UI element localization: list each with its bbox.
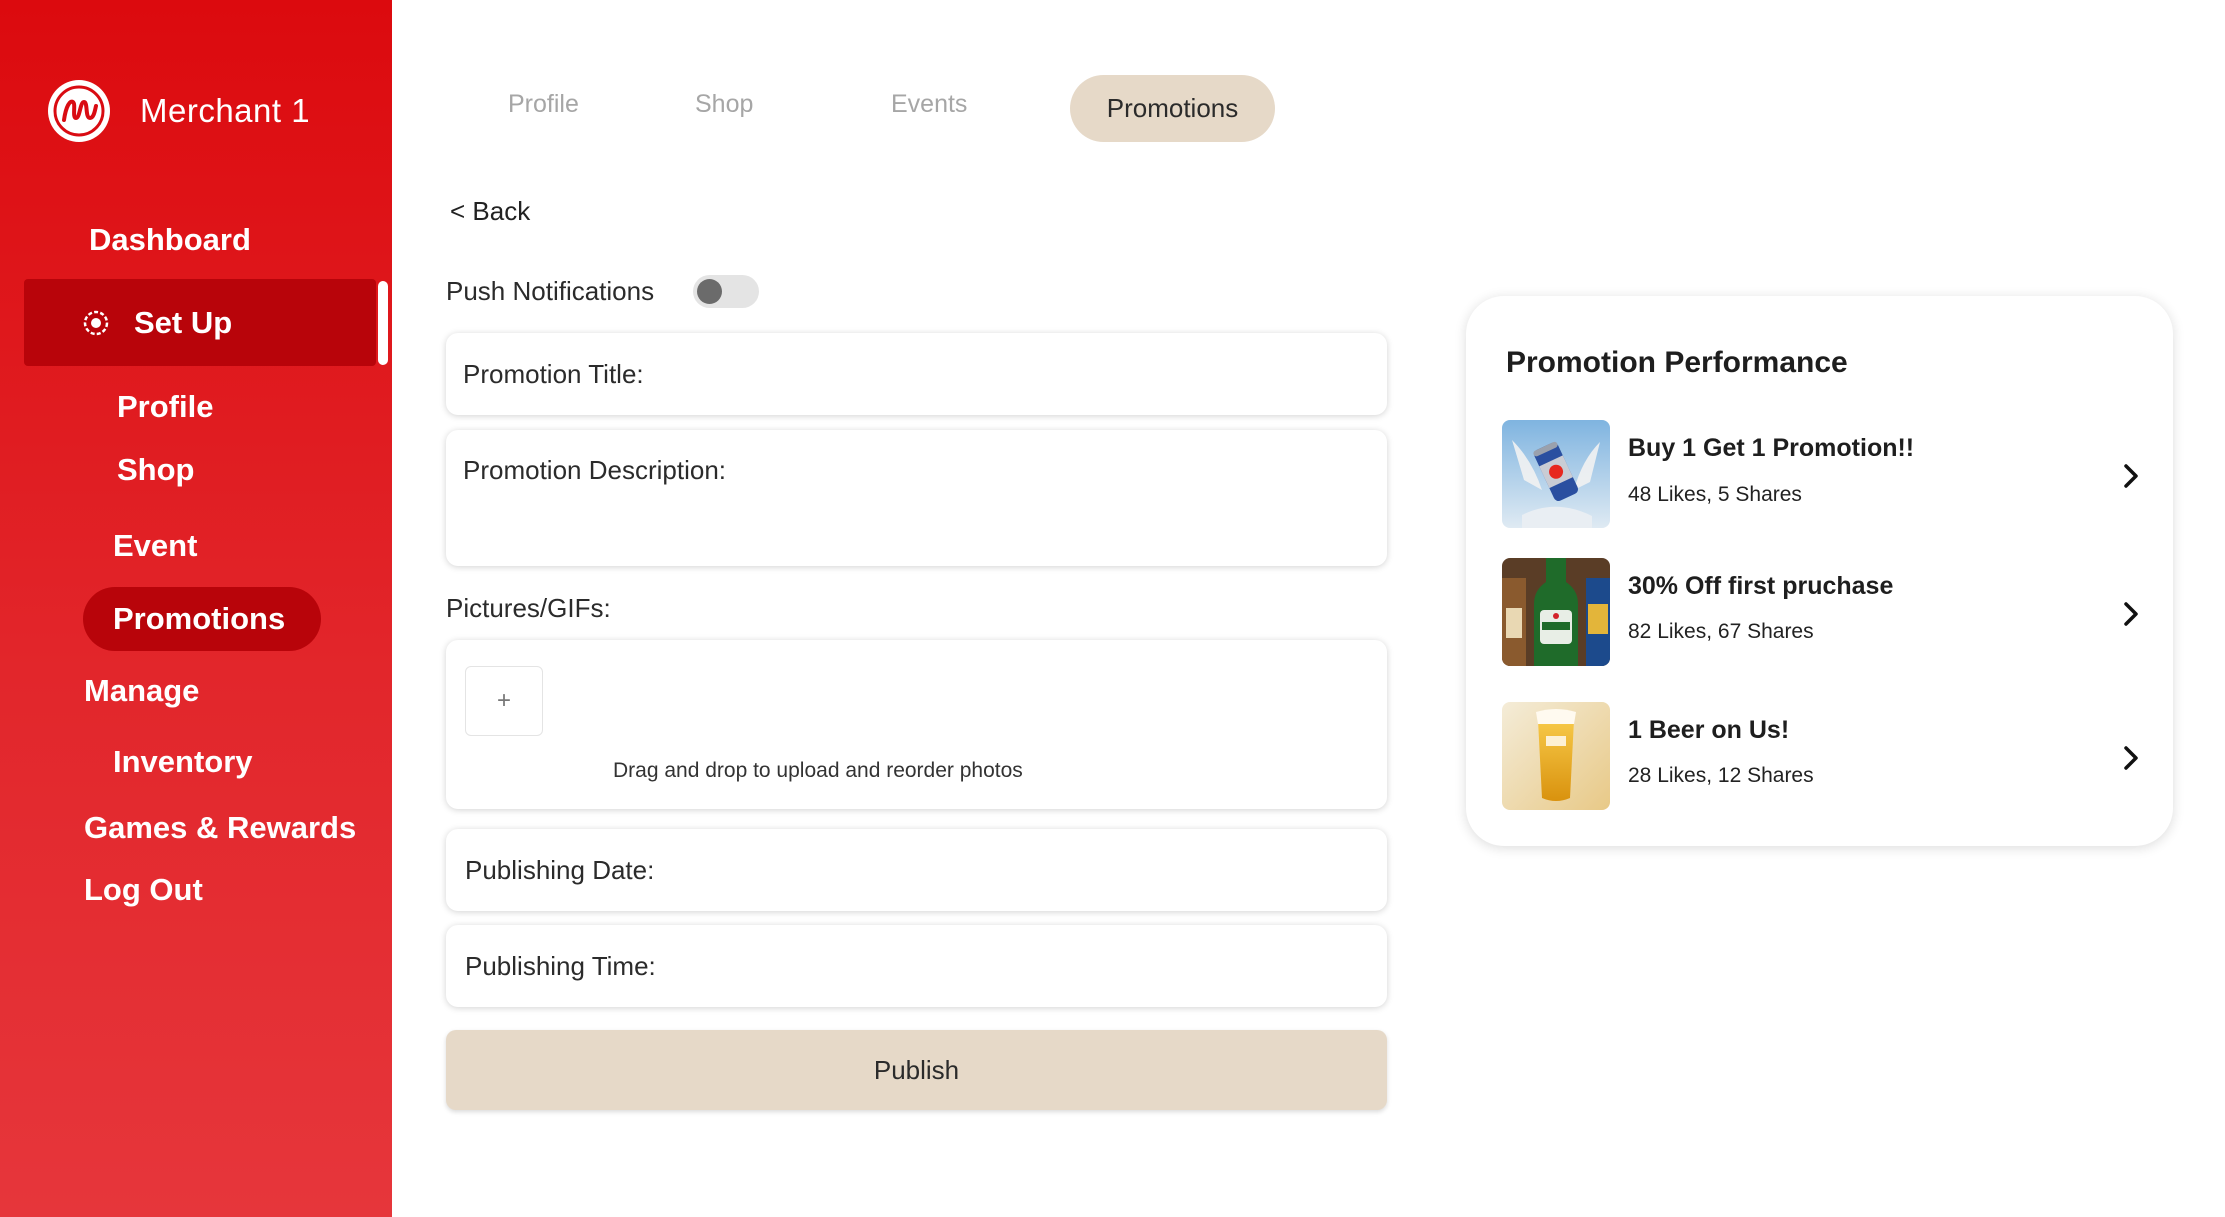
tab-events[interactable]: Events — [891, 90, 967, 119]
promotion-performance-title: Promotion Performance — [1506, 346, 1848, 379]
nav-promotions-label: Promotions — [113, 601, 286, 636]
chevron-right-icon[interactable] — [2120, 462, 2142, 490]
sidebar-scroll-indicator — [378, 281, 388, 365]
nav-shop[interactable]: Shop — [117, 452, 195, 488]
nav-setup[interactable]: Set Up — [24, 279, 376, 366]
nav-setup-label: Set Up — [134, 304, 233, 340]
tab-promotions-label: Promotions — [1106, 93, 1239, 123]
promotion-item-name: 30% Off first pruchase — [1628, 572, 1894, 600]
toggle-knob — [697, 279, 722, 304]
beer-bottles-thumbnail — [1502, 558, 1610, 666]
beer-glass-thumbnail — [1502, 702, 1610, 810]
photo-upload-area[interactable]: + Drag and drop to upload and reorder ph… — [446, 640, 1387, 809]
nav-event[interactable]: Event — [113, 528, 197, 564]
chevron-right-icon[interactable] — [2120, 600, 2142, 628]
publishing-date-label: Publishing Date: — [465, 855, 655, 885]
promotion-item[interactable]: 1 Beer on Us! 28 Likes, 12 Shares — [1502, 702, 2142, 812]
energy-drink-thumbnail — [1502, 420, 1610, 528]
push-notifications-toggle[interactable] — [693, 275, 759, 308]
nav-dashboard[interactable]: Dashboard — [89, 222, 251, 258]
promotion-description-field[interactable]: Promotion Description: — [446, 430, 1387, 566]
promotion-description-label: Promotion Description: — [463, 455, 726, 485]
sidebar: Merchant 1 Dashboard Set Up Profile Shop… — [0, 0, 392, 1217]
nav-promotions[interactable]: Promotions — [83, 587, 321, 651]
promotion-title-label: Promotion Title: — [463, 359, 644, 389]
promotion-item-stats: 48 Likes, 5 Shares — [1628, 483, 1802, 506]
promotion-item-stats: 82 Likes, 67 Shares — [1628, 620, 1814, 643]
promotion-performance-card: Promotion Performance Buy 1 Get 1 Promot… — [1466, 296, 2173, 846]
nav-profile[interactable]: Profile — [117, 389, 213, 425]
publish-button[interactable]: Publish — [446, 1030, 1387, 1110]
promotion-item-name: Buy 1 Get 1 Promotion!! — [1628, 434, 1915, 462]
promotion-item-stats: 28 Likes, 12 Shares — [1628, 764, 1814, 787]
merchant-name: Merchant 1 — [140, 92, 311, 129]
back-link[interactable]: < Back — [450, 196, 530, 227]
tab-profile[interactable]: Profile — [508, 90, 579, 119]
gear-icon — [83, 310, 109, 335]
chevron-right-icon[interactable] — [2120, 744, 2142, 772]
nav-games-rewards[interactable]: Games & Rewards — [84, 810, 356, 846]
push-notifications-label: Push Notifications — [446, 276, 655, 306]
nav-manage[interactable]: Manage — [84, 673, 199, 709]
publishing-time-label: Publishing Time: — [465, 951, 656, 981]
merchant-logo-icon — [48, 80, 110, 142]
promotion-title-field[interactable]: Promotion Title: — [446, 333, 1387, 415]
publishing-date-field[interactable]: Publishing Date: — [446, 829, 1387, 911]
add-photo-button[interactable]: + — [465, 666, 543, 736]
tab-promotions[interactable]: Promotions — [1070, 75, 1275, 142]
plus-icon: + — [496, 687, 511, 714]
tab-shop[interactable]: Shop — [695, 90, 753, 119]
brand: Merchant 1 — [48, 80, 310, 142]
pictures-label: Pictures/GIFs: — [446, 593, 611, 623]
publish-button-label: Publish — [873, 1054, 960, 1085]
drop-hint-text: Drag and drop to upload and reorder phot… — [613, 759, 1023, 782]
nav-inventory[interactable]: Inventory — [113, 744, 253, 780]
promotion-item-name: 1 Beer on Us! — [1628, 716, 1790, 744]
promotion-item[interactable]: Buy 1 Get 1 Promotion!! 48 Likes, 5 Shar… — [1502, 420, 2142, 530]
promotion-item[interactable]: 30% Off first pruchase 82 Likes, 67 Shar… — [1502, 558, 2142, 668]
nav-logout[interactable]: Log Out — [84, 872, 203, 908]
publishing-time-field[interactable]: Publishing Time: — [446, 925, 1387, 1007]
